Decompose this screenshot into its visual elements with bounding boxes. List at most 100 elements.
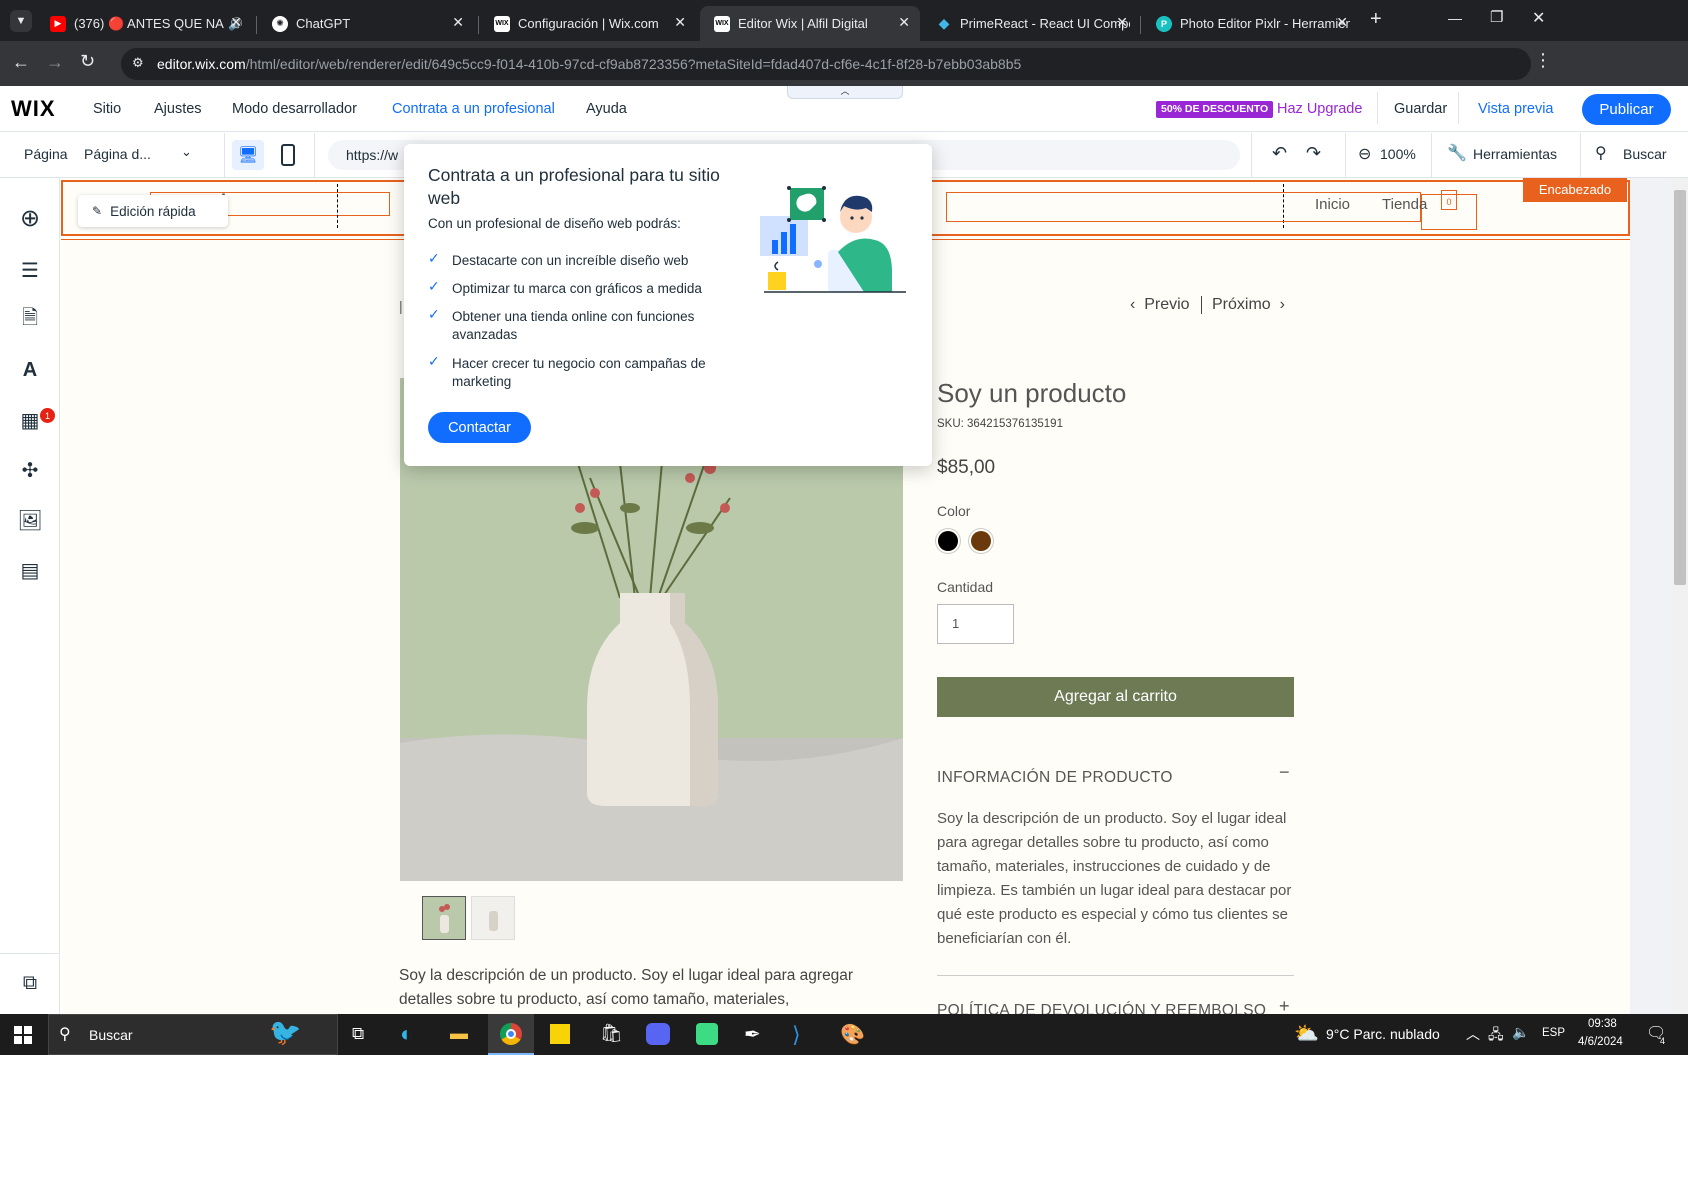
site-info-icon[interactable]: ⚙ [132,55,144,71]
clock-date[interactable]: 4/6/2024 [1578,1036,1623,1048]
menu-sitio[interactable]: Sitio [93,101,121,117]
tab-pixlr[interactable]: P Photo Editor Pixlr - Herramient ✕ [1142,6,1358,41]
collapse-minus-icon[interactable]: − [1279,762,1290,783]
contact-button[interactable]: Contactar [428,412,531,443]
redo-icon[interactable]: ↷ [1306,143,1321,164]
business-tools-icon[interactable]: ✣ [18,458,42,482]
discord-icon[interactable] [646,1023,670,1045]
color-swatch-brown[interactable] [971,531,991,551]
cms-table-icon[interactable]: ▤ [18,558,42,582]
previous-link[interactable]: ‹ Previo [1130,296,1190,314]
search-button[interactable]: Buscar [1623,146,1667,162]
network-icon[interactable]: 🖧 [1488,1024,1504,1048]
add-elements-icon[interactable]: ⊕ [18,205,42,232]
close-tab-icon[interactable]: ✕ [452,14,464,31]
chevron-down-icon[interactable]: ⌄ [181,144,192,160]
tray-chevron-icon[interactable]: ︿ [1466,1024,1480,1044]
reload-icon[interactable]: ↻ [80,51,95,72]
tab-wix-editor[interactable]: WIX Editor Wix | Alfil Digital ✕ [700,6,920,41]
sticky-notes-icon[interactable] [550,1024,570,1044]
add-to-cart-button[interactable]: Agregar al carrito [937,677,1294,717]
android-studio-icon[interactable] [696,1023,718,1045]
file-explorer-icon[interactable]: ▬ [450,1023,468,1044]
tab-youtube[interactable]: ▶ (376) 🔴 ANTES QUE NADI 🔊 ✕ [36,6,252,41]
pages-icon[interactable]: 🗎 [18,307,42,332]
language-indicator[interactable]: ESP [1542,1027,1565,1039]
return-policy-heading[interactable]: POLÍTICA DE DEVOLUCIÓN Y REEMBOLSO [937,1002,1266,1014]
preview-button[interactable]: Vista previa [1478,101,1554,117]
sections-icon[interactable]: ☰ [18,258,42,282]
task-view-icon[interactable]: ⧉ [352,1024,364,1044]
search-icon[interactable]: ⚲ [1595,143,1607,163]
close-tab-icon[interactable]: ✕ [898,14,910,31]
desktop-view-icon[interactable]: 🖥 [232,140,264,170]
menu-contrata-profesional[interactable]: Contrata a un profesional [392,101,555,117]
page-select[interactable]: Página d... [84,146,151,162]
tab-search-chevron-icon[interactable]: ▼ [10,10,32,32]
menu-ayuda[interactable]: Ayuda [586,101,627,117]
next-link[interactable]: Próximo › [1212,296,1285,314]
weather-icon[interactable]: ⛅ [1294,1021,1319,1046]
chrome-taskbar-button[interactable] [488,1014,534,1055]
tools-button[interactable]: Herramientas [1473,146,1557,162]
menu-ajustes[interactable]: Ajustes [154,101,202,117]
paint-icon[interactable]: 🎨 [840,1022,865,1047]
taskbar-search-box[interactable]: ⚲ Buscar 🐦 [48,1014,338,1055]
close-tab-icon[interactable]: ✕ [674,14,686,31]
close-window-icon[interactable]: ✕ [1532,8,1545,28]
nav-tienda[interactable]: Tienda [1382,196,1427,213]
quantity-input[interactable]: 1 [937,604,1014,644]
close-tab-icon[interactable]: ✕ [1116,14,1128,31]
tab-primereact[interactable]: ◆ PrimeReact - React UI Compon ✕ [922,6,1138,41]
media-icon[interactable]: 🖼 [17,508,42,532]
layers-icon[interactable]: ⧉ [18,971,42,995]
collapse-toolbar-chevron-icon[interactable]: ︿ [787,86,903,99]
inkscape-icon[interactable]: ✒ [744,1022,761,1047]
save-button[interactable]: Guardar [1394,101,1447,117]
tools-wrench-icon[interactable]: 🔧 [1447,143,1467,163]
restore-icon[interactable]: ❐ [1490,8,1503,26]
quantity-label: Cantidad [937,579,994,595]
undo-icon[interactable]: ↶ [1272,143,1287,164]
menu-kebab-icon[interactable]: ⋮ [1534,50,1552,71]
site-design-icon[interactable]: A [18,358,42,382]
back-icon[interactable]: ← [12,52,30,73]
windows-start-icon[interactable] [14,1026,32,1044]
product-info-heading[interactable]: INFORMACIÓN DE PRODUCTO [937,769,1173,787]
menu-modo-desarrollador[interactable]: Modo desarrollador [232,101,357,117]
nav-inicio[interactable]: Inicio [1315,196,1350,213]
weather-text[interactable]: 9°C Parc. nublado [1326,1026,1440,1042]
zoom-out-icon[interactable]: ⊖ [1358,144,1371,164]
thumbnail-1[interactable] [422,896,466,940]
color-swatch-black[interactable] [938,531,958,551]
close-tab-icon[interactable]: ✕ [230,14,242,31]
upgrade-link[interactable]: Haz Upgrade [1277,101,1362,117]
cart-icon[interactable]: 0 [1441,190,1457,210]
mobile-view-icon[interactable] [281,144,295,166]
zoom-level[interactable]: 100% [1380,146,1416,162]
wix-logo[interactable]: WIX [11,96,56,122]
clock-time[interactable]: 09:38 [1588,1018,1617,1030]
tab-chatgpt[interactable]: ✺ ChatGPT ✕ [258,6,474,41]
expand-plus-icon[interactable]: + [1279,996,1290,1014]
notifications-count: 4 [1660,1036,1666,1046]
canvas-scrollbar[interactable] [1672,178,1688,1014]
forward-icon[interactable]: → [46,52,64,73]
volume-icon[interactable]: 🔈 [1512,1024,1529,1041]
minimize-icon[interactable]: — [1448,10,1462,26]
apps-icon[interactable]: ▦ [18,408,42,432]
discount-badge[interactable]: 50% DE DESCUENTO [1156,101,1274,118]
store-icon[interactable]: 🛍 [600,1023,623,1044]
publish-button[interactable]: Publicar [1582,94,1671,125]
tab-wix-config[interactable]: WIX Configuración | Wix.com ✕ [480,6,696,41]
new-tab-icon[interactable]: + [1370,8,1382,31]
quick-edit-button[interactable]: ✎ Edición rápida [78,195,228,227]
close-tab-icon[interactable]: ✕ [1336,14,1348,31]
edge-icon[interactable]: ◐ [400,1021,413,1047]
thumbnail-2[interactable] [471,896,515,940]
scrollbar-thumb[interactable] [1674,190,1686,585]
header-tag[interactable]: Encabezado [1523,178,1627,202]
vscode-icon[interactable]: ⟩ [792,1022,801,1048]
address-bar[interactable]: ⚙ editor.wix.com/html/editor/web/rendere… [121,48,1531,80]
chevron-right-icon: › [1279,296,1285,313]
